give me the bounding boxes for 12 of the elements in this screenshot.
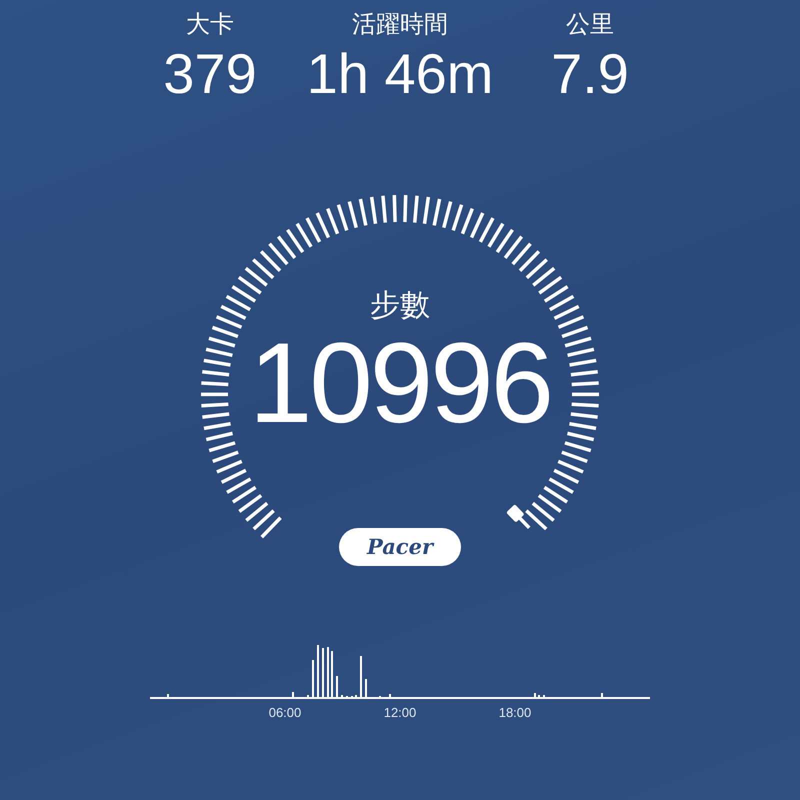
- stat-label: 大卡: [186, 10, 234, 40]
- time-axis-label: 06:00: [268, 705, 302, 720]
- stat-label: 公里: [566, 10, 614, 40]
- steps-count: 10996: [248, 324, 552, 444]
- time-axis-label: 18:00: [498, 705, 532, 720]
- steps-label: 步數: [369, 288, 431, 324]
- brand-logo: Pacer: [339, 528, 461, 566]
- stat-value: 7.9: [551, 42, 629, 106]
- time-axis-label: 12:00: [384, 705, 416, 720]
- stat-value: 379: [163, 42, 257, 106]
- stat-label: 活躍時間: [352, 10, 448, 40]
- stat-value: 1h 46m: [306, 42, 494, 106]
